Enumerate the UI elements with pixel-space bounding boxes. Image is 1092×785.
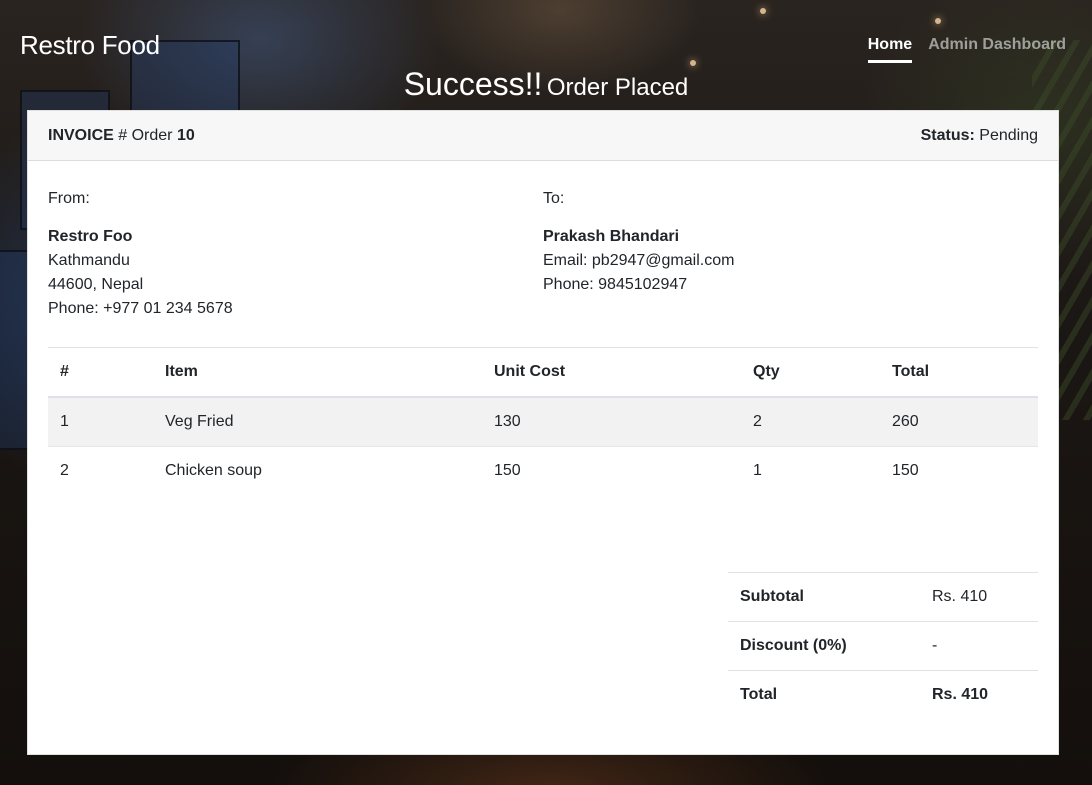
table-row: 2 Chicken soup 150 1 150	[48, 445, 1038, 495]
invoice-card: INVOICE # Order 10 Status: Pending From:…	[27, 110, 1059, 755]
invoice-body: From: Restro Foo Kathmandu 44600, Nepal …	[28, 161, 1058, 495]
invoice-order-number: 10	[176, 126, 195, 144]
from-address: From: Restro Foo Kathmandu 44600, Nepal …	[48, 181, 543, 321]
subtotal-label: Subtotal	[728, 572, 920, 622]
cell-total: 260	[880, 397, 1038, 446]
nav-admin-dashboard-link[interactable]: Admin Dashboard	[928, 36, 1066, 63]
cell-item: Veg Fried	[153, 397, 482, 446]
col-header-unit-cost: Unit Cost	[482, 348, 741, 398]
cell-qty: 2	[741, 397, 880, 446]
invoice-status: Status: Pending	[921, 127, 1038, 145]
to-address: To: Prakash Bhandari Email: pb2947@gmail…	[543, 181, 1038, 321]
total-value: Rs. 410	[920, 670, 1038, 720]
cell-item: Chicken soup	[153, 445, 482, 495]
navbar: Restro Food Home Admin Dashboard	[0, 0, 1092, 70]
from-label: From:	[48, 190, 90, 207]
col-header-total: Total	[880, 348, 1038, 398]
cell-total: 150	[880, 445, 1038, 495]
discount-label: Discount (0%)	[728, 621, 920, 671]
brand-logo[interactable]: Restro Food	[20, 30, 160, 61]
from-phone: Phone: +977 01 234 5678	[48, 300, 233, 317]
invoice-label: INVOICE	[48, 126, 114, 144]
success-strong-text: Success!!	[403, 66, 543, 102]
invoice-header: INVOICE # Order 10 Status: Pending	[28, 111, 1058, 161]
status-badge: Pending	[979, 126, 1038, 144]
col-header-item: Item	[153, 348, 482, 398]
success-headline: Success!! Order Placed	[0, 66, 1092, 103]
discount-row: Discount (0%) -	[728, 621, 1038, 671]
total-row: Total Rs. 410	[728, 670, 1038, 720]
invoice-hash: #	[118, 126, 128, 144]
invoice-title: INVOICE # Order 10	[48, 127, 195, 145]
to-label: To:	[543, 190, 565, 207]
cell-qty: 1	[741, 445, 880, 495]
nav-links: Home Admin Dashboard	[867, 36, 1066, 63]
cell-number: 1	[48, 397, 153, 446]
cell-number: 2	[48, 445, 153, 495]
col-header-qty: Qty	[741, 348, 880, 398]
status-label: Status:	[920, 126, 975, 144]
success-rest-text: Order Placed	[546, 74, 689, 101]
from-postal: 44600, Nepal	[48, 276, 144, 293]
to-phone: Phone: 9845102947	[543, 276, 688, 293]
nav-home-link[interactable]: Home	[867, 36, 913, 63]
to-name: Prakash Bhandari	[543, 228, 680, 245]
from-name: Restro Foo	[48, 228, 133, 245]
address-section: From: Restro Foo Kathmandu 44600, Nepal …	[48, 181, 1038, 321]
col-header-number: #	[48, 348, 153, 398]
from-city: Kathmandu	[48, 252, 130, 269]
cell-unit-cost: 150	[482, 445, 741, 495]
totals-table: Subtotal Rs. 410 Discount (0%) - Total R…	[728, 572, 1038, 720]
discount-value: -	[920, 621, 1038, 671]
invoice-order-word: Order	[131, 126, 173, 144]
total-label: Total	[728, 670, 920, 720]
to-email: Email: pb2947@gmail.com	[543, 252, 735, 269]
table-header-row: # Item Unit Cost Qty Total	[48, 348, 1038, 398]
items-table: # Item Unit Cost Qty Total 1 Veg Fried 1…	[48, 348, 1038, 495]
cell-unit-cost: 130	[482, 397, 741, 446]
subtotal-value: Rs. 410	[920, 572, 1038, 622]
subtotal-row: Subtotal Rs. 410	[728, 572, 1038, 622]
table-row: 1 Veg Fried 130 2 260	[48, 397, 1038, 446]
